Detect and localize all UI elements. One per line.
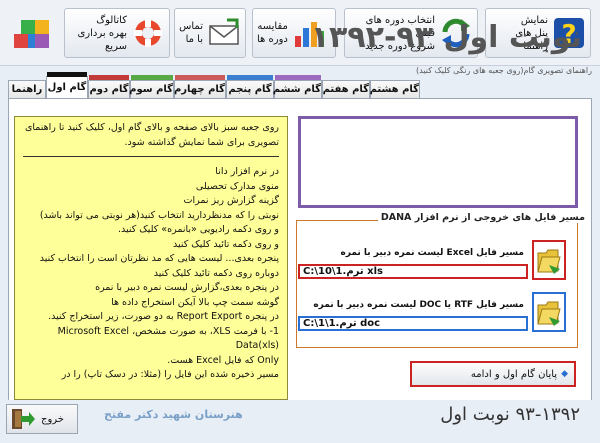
lifebuoy-icon: [134, 19, 162, 47]
tab-step-2[interactable]: گام دوم: [88, 75, 130, 98]
tab-step-7[interactable]: گام هفتم: [322, 80, 370, 98]
tab-label: گام هشتم: [369, 84, 419, 95]
tab-color-strip: [89, 75, 129, 80]
catalog-button[interactable]: کاتالوگ بهره برداری سریع: [64, 8, 170, 58]
tab-color-strip: [227, 75, 273, 80]
exit-door-icon: [12, 409, 35, 429]
folder-icon: [537, 249, 561, 274]
tab-label: گام ششم: [272, 84, 321, 95]
catalog-line2: بهره برداری سریع: [77, 27, 127, 52]
compare-line1: مقایسه: [257, 21, 288, 32]
instruction-line: منوی مدارک تحصیلی: [195, 180, 279, 192]
instruction-line: مسیر ذخیره شده این فایل را (مثلا: در دسک…: [61, 369, 279, 380]
catalog-line1: کاتالوگ: [96, 14, 127, 26]
finish-step-button[interactable]: ◆ پایان گام اول و ادامه: [410, 361, 576, 387]
instruction-line: و روی دکمه رادیویی «بانمره» کلیک کنید.: [117, 224, 279, 235]
instruction-line: گوشه سمت چپ بالا آیکن استخراج داده ها: [111, 296, 279, 308]
tab-help[interactable]: راهنما: [8, 80, 46, 98]
instruction-line: نوبتی را که مدنظردارید انتخاب کنید(هر نو…: [39, 209, 279, 221]
contact-us-button[interactable]: تماس با ما: [174, 8, 246, 58]
exit-button[interactable]: خروج: [6, 404, 78, 434]
output-files-legend: مسیر فایل های خروجی از نرم افزار DANA: [377, 212, 588, 223]
instruction-line: در نرم افزار دانا: [215, 166, 279, 177]
instruction-line: در پنجره بعدی،گزارش لیست نمره دبیر با نم…: [95, 282, 279, 293]
instructions-intro: روی جعبه سبز بالای صفحه و بالای گام اول،…: [24, 122, 279, 148]
tab-color-strip: [131, 75, 173, 80]
instruction-line: در پنجره Report Export به دو صورت، زیر ا…: [48, 311, 279, 322]
doc-browse-button[interactable]: [532, 292, 566, 332]
tab-label: گام اول: [47, 82, 87, 93]
term-title: نوبت اول ۹۳-۱۳۹۲: [310, 20, 582, 55]
arrow-left-icon: ◆: [561, 369, 568, 379]
folder-icon: [537, 301, 561, 326]
tabs-hint: راهنمای تصویری گام(روی جعبه های رنگی کلی…: [416, 66, 592, 75]
doc-path-label: مسیر فایل RTF یا DOC لیست نمره دبیر با ن…: [313, 300, 524, 310]
instruction-line: دوباره روی دکمه تائید کلیک کنید: [153, 267, 279, 279]
tab-step-3[interactable]: گام سوم: [129, 75, 174, 98]
finish-step-label: پایان گام اول و ادامه: [470, 368, 558, 380]
instruction-line: پنجره بعدی... لیست هایی که مد نظرتان است…: [39, 253, 279, 264]
tab-label: گام هفتم: [322, 84, 369, 95]
tab-step-6[interactable]: گام ششم: [272, 75, 322, 98]
compare-line2: دوره ها: [257, 34, 288, 45]
contact-line1: تماس با ما: [179, 21, 203, 45]
bottom-term-title: ۹۳-۱۳۹۲ نوبت اول: [440, 404, 580, 425]
tab-step-5[interactable]: گام پنجم: [226, 75, 274, 98]
instructions-box[interactable]: روی جعبه سبز بالای صفحه و بالای گام اول،…: [14, 116, 288, 400]
instruction-line: Only که فایل Excel هست.: [167, 354, 279, 366]
tab-label: گام سوم: [129, 84, 173, 95]
tab-color-strip: [47, 72, 87, 77]
tab-color-strip: [175, 75, 225, 80]
tab-label: گام چهارم: [173, 84, 225, 95]
step-tabs: راهنما گام اول گام دوم گام سوم گام چهارم…: [8, 72, 592, 99]
tab-step-1[interactable]: گام اول: [46, 72, 88, 99]
excel-path-field[interactable]: C:\10\1.ترم xls: [298, 264, 528, 279]
instruction-line: گزینه گزارش ریز نمرات: [183, 195, 279, 206]
excel-path-label: مسیر فایل Excel لیست نمره دبیر با نمره: [340, 248, 524, 258]
instruction-line: 1- با فرمت XLS، به صورت مشخص، Microsoft …: [57, 325, 279, 352]
doc-path-field[interactable]: C:\1\1.ترم doc: [298, 316, 528, 331]
tab-step-4[interactable]: گام چهارم: [173, 75, 226, 98]
school-name: هنرستان شهید دکتر مفتح: [104, 408, 243, 421]
term-title-box: [298, 116, 578, 208]
excel-browse-button[interactable]: [532, 240, 566, 280]
tab-step-8[interactable]: گام هشتم: [370, 80, 420, 98]
app-logo-icon: [10, 10, 56, 58]
tab-label: گام پنجم: [228, 84, 272, 95]
envelope-icon: [209, 18, 239, 45]
exit-label: خروج: [41, 413, 64, 425]
tab-color-strip: [275, 75, 321, 80]
divider: [23, 156, 279, 157]
instruction-line: و روی دکمه تائید کلیک کنید: [173, 238, 279, 250]
tab-label: گام دوم: [89, 84, 129, 95]
tab-label: راهنما: [11, 84, 43, 95]
